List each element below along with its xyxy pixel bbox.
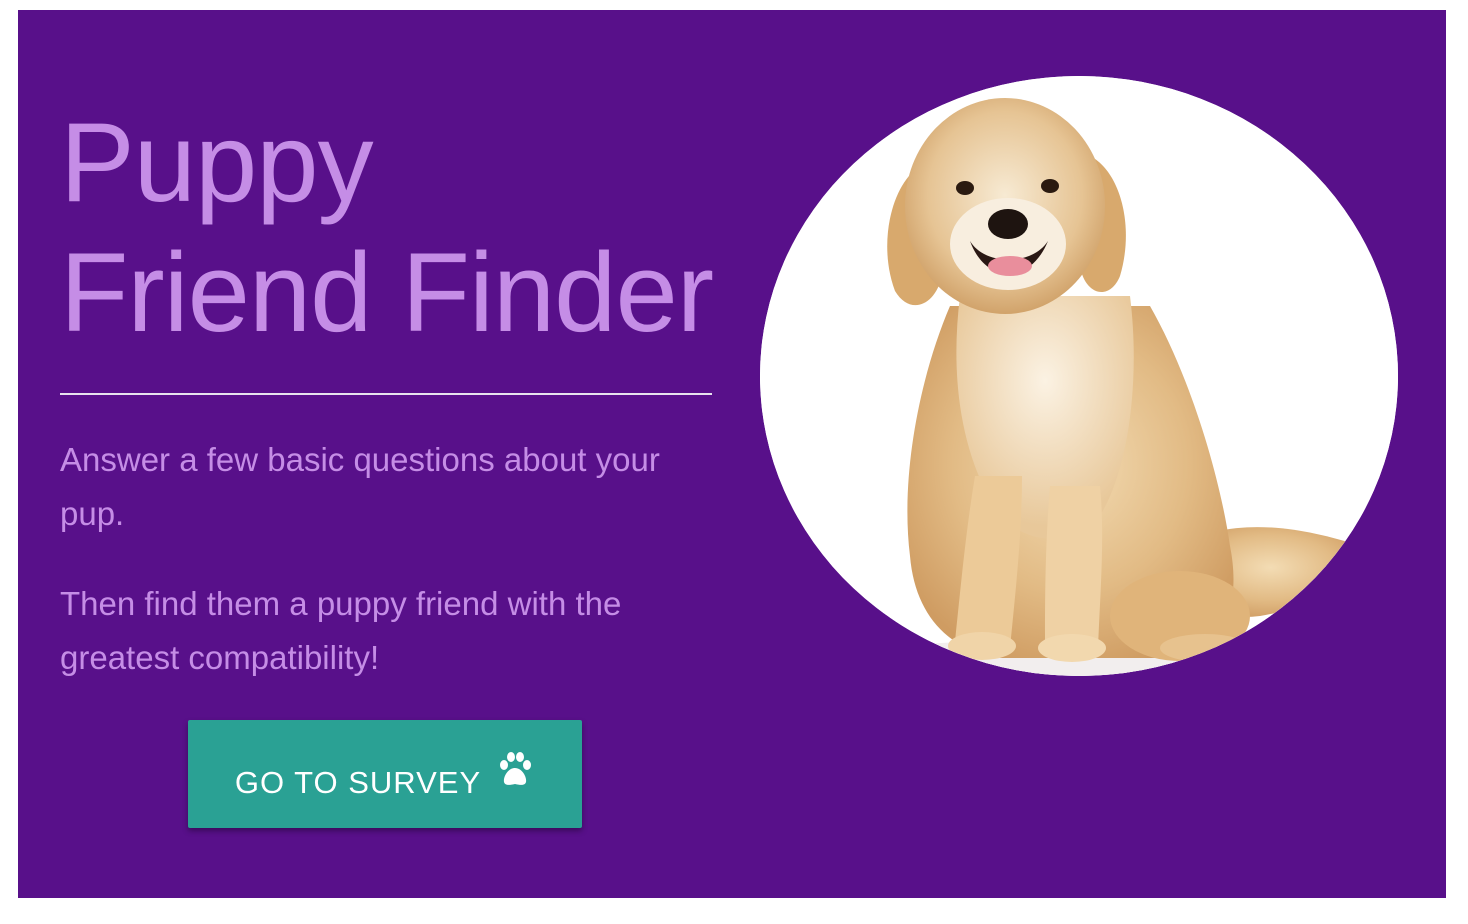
golden-retriever-illustration [760, 76, 1398, 676]
intro-paragraph: Answer a few basic questions about your … [60, 441, 660, 532]
survey-button-label: GO TO SURVEY [234, 765, 482, 800]
title-line-1: Puppy [60, 100, 374, 225]
page-title: Puppy Friend Finder [60, 98, 714, 358]
go-to-survey-button[interactable]: GO TO SURVEY [188, 720, 582, 828]
hero-section: Puppy Friend Finder Answer a few basic q… [18, 10, 1446, 898]
paw-icon [500, 752, 532, 785]
dog-photo [760, 76, 1398, 676]
title-line-2: Friend Finder [60, 230, 714, 355]
divider [60, 393, 712, 395]
compatibility-paragraph: Then find them a puppy friend with the g… [60, 585, 622, 676]
